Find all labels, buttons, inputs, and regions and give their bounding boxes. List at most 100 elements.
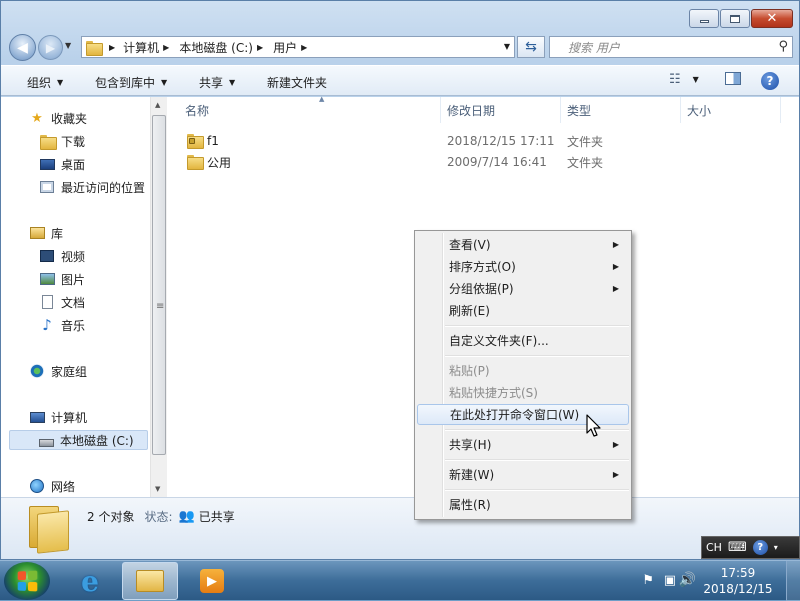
explorer-window: ✕ ◀ ▶ ▼ ▶ 计算机 ▶ 本地磁盘 (C:) ▶ 用户 ▶ ▼ ⇆ 搜索 … xyxy=(0,0,800,560)
nav-computer[interactable]: 计算机 xyxy=(29,407,87,427)
scroll-up-icon[interactable]: ▲ xyxy=(155,101,160,109)
menu-item-sort[interactable]: 排序方式(O) ▶ xyxy=(417,256,629,277)
language-bar-options-icon[interactable]: ▾ xyxy=(774,543,778,552)
breadcrumb-arrow-icon[interactable]: ▶ xyxy=(163,43,169,52)
media-player-icon: ▶ xyxy=(200,569,224,593)
recent-pages-dropdown[interactable]: ▼ xyxy=(65,41,77,53)
nav-documents[interactable]: 文档 xyxy=(39,292,85,312)
submenu-arrow-icon: ▶ xyxy=(612,262,619,271)
breadcrumb-local-disk[interactable]: 本地磁盘 (C:) ▶ xyxy=(179,39,269,56)
menu-item-refresh[interactable]: 刷新(E) xyxy=(417,300,629,321)
nav-network[interactable]: 网络 xyxy=(29,476,75,496)
action-center-flag-icon[interactable]: ⚑ xyxy=(642,573,654,588)
recent-places-icon xyxy=(39,179,55,195)
submenu-arrow-icon: ▶ xyxy=(612,440,619,449)
locked-folder-icon xyxy=(187,134,204,149)
internet-explorer-icon: e xyxy=(81,564,99,598)
refresh-button[interactable]: ⇆ xyxy=(517,36,545,58)
chevron-down-icon: ▼ xyxy=(57,78,64,87)
homegroup-icon xyxy=(29,363,45,379)
menu-item-properties[interactable]: 属性(R) xyxy=(417,494,629,515)
breadcrumb-arrow-icon[interactable]: ▶ xyxy=(301,43,307,52)
file-row-public[interactable]: 公用 2009/7/14 16:41 文件夹 xyxy=(183,152,783,172)
back-button[interactable]: ◀ xyxy=(9,34,36,61)
breadcrumb-separator-icon[interactable]: ▶ xyxy=(109,43,115,52)
submenu-arrow-icon: ▶ xyxy=(612,240,619,249)
library-icon xyxy=(29,225,45,241)
column-type[interactable]: 类型 xyxy=(561,97,681,123)
navigation-pane: ★收藏夹 下载 桌面 最近访问的位置 库 视频 图片 文档 ♪音乐 家庭组 xyxy=(1,97,151,497)
volume-icon[interactable]: 🔊 xyxy=(679,572,696,588)
taskbar: e ▶ ⚑ ▣ 🔊 17:59 2018/12/15 xyxy=(0,560,800,601)
network-status-icon[interactable]: ▣ xyxy=(664,573,676,588)
scrollbar-thumb[interactable]: ≡ xyxy=(152,115,166,455)
clock[interactable]: 17:59 2018/12/15 xyxy=(698,565,778,597)
column-date[interactable]: 修改日期 xyxy=(441,97,561,123)
search-icon[interactable]: ⚲ xyxy=(778,39,788,54)
chevron-down-icon: ▼ xyxy=(161,78,168,87)
windows-logo-icon xyxy=(17,570,38,592)
submenu-arrow-icon: ▶ xyxy=(612,470,619,479)
organize-menu[interactable]: 组织 ▼ xyxy=(27,74,63,91)
address-dropdown-icon[interactable]: ▼ xyxy=(504,42,510,51)
submenu-arrow-icon: ▶ xyxy=(612,284,619,293)
details-pane: 2 个对象 状态: 👥 已共享 xyxy=(1,497,799,559)
minimize-button[interactable] xyxy=(689,9,719,28)
nav-local-disk[interactable]: 本地磁盘 (C:) xyxy=(9,430,148,450)
nav-pictures[interactable]: 图片 xyxy=(39,269,85,289)
menu-item-customize[interactable]: 自定义文件夹(F)... xyxy=(417,330,629,351)
nav-recent-places[interactable]: 最近访问的位置 xyxy=(39,177,145,197)
help-icon[interactable]: ? xyxy=(752,540,768,555)
nav-libraries[interactable]: 库 xyxy=(29,223,63,243)
folder-icon xyxy=(187,155,204,170)
taskbar-internet-explorer[interactable]: e xyxy=(62,562,118,600)
forward-button[interactable]: ▶ xyxy=(38,35,63,60)
nav-videos[interactable]: 视频 xyxy=(39,246,85,266)
language-bar: CH ⌨ ? ▾ xyxy=(701,536,800,559)
show-desktop-button[interactable] xyxy=(786,561,800,601)
menu-item-group[interactable]: 分组依据(P) ▶ xyxy=(417,278,629,299)
maximize-button[interactable] xyxy=(720,9,750,28)
search-input[interactable]: 搜索 用户 ⚲ xyxy=(549,36,793,58)
input-language[interactable]: CH xyxy=(706,541,722,554)
nav-desktop[interactable]: 桌面 xyxy=(39,154,85,174)
state-value: 已共享 xyxy=(198,510,235,524)
help-button[interactable]: ? xyxy=(761,72,779,90)
music-note-icon: ♪ xyxy=(42,316,52,334)
address-bar[interactable]: ▶ 计算机 ▶ 本地磁盘 (C:) ▶ 用户 ▶ ▼ xyxy=(81,36,515,58)
menu-item-paste-shortcut: 粘贴快捷方式(S) xyxy=(449,386,538,400)
include-in-library-menu[interactable]: 包含到库中 ▼ xyxy=(95,74,167,91)
close-button[interactable]: ✕ xyxy=(751,9,793,28)
new-folder-button[interactable]: 新建文件夹 xyxy=(267,74,327,91)
nav-downloads[interactable]: 下载 xyxy=(39,131,85,151)
menu-item-new[interactable]: 新建(W) ▶ xyxy=(417,464,629,485)
share-menu[interactable]: 共享 ▼ xyxy=(199,74,235,91)
breadcrumb-users[interactable]: 用户 ▶ xyxy=(273,39,313,56)
keyboard-icon[interactable]: ⌨ xyxy=(728,540,747,555)
menu-item-view[interactable]: 查看(V) ▶ xyxy=(417,234,629,255)
preview-pane-button[interactable] xyxy=(725,72,741,85)
breadcrumb-arrow-icon[interactable]: ▶ xyxy=(257,43,263,52)
back-arrow-icon: ◀ xyxy=(17,39,28,56)
file-row-f1[interactable]: f1 2018/12/15 17:11 文件夹 xyxy=(183,131,783,151)
forward-arrow-icon: ▶ xyxy=(45,40,56,55)
view-options-button[interactable]: ☷ ▼ xyxy=(669,72,699,87)
help-icon: ? xyxy=(761,72,779,90)
object-count: 2 个对象 xyxy=(87,510,135,524)
breadcrumb-computer[interactable]: 计算机 ▶ xyxy=(123,39,175,56)
desktop-icon xyxy=(39,156,55,172)
nav-homegroup[interactable]: 家庭组 xyxy=(29,361,87,381)
taskbar-media-player[interactable]: ▶ xyxy=(184,562,240,600)
nav-music[interactable]: ♪ 音乐 xyxy=(39,315,85,335)
start-button[interactable] xyxy=(4,562,50,600)
preview-pane-icon xyxy=(725,72,741,85)
column-name[interactable]: 名称 ▲ xyxy=(179,95,441,123)
maximize-icon xyxy=(730,14,740,23)
nav-pane-scrollbar[interactable]: ▲ ≡ ▼ xyxy=(150,97,167,497)
nav-favorites[interactable]: ★ 收藏夹 xyxy=(29,108,87,128)
taskbar-windows-explorer[interactable] xyxy=(122,562,178,600)
shared-users-icon: 👥 xyxy=(178,509,195,524)
chevron-down-icon: ▼ xyxy=(229,78,236,87)
column-size[interactable]: 大小 xyxy=(681,97,781,123)
scroll-down-icon[interactable]: ▼ xyxy=(155,485,160,493)
